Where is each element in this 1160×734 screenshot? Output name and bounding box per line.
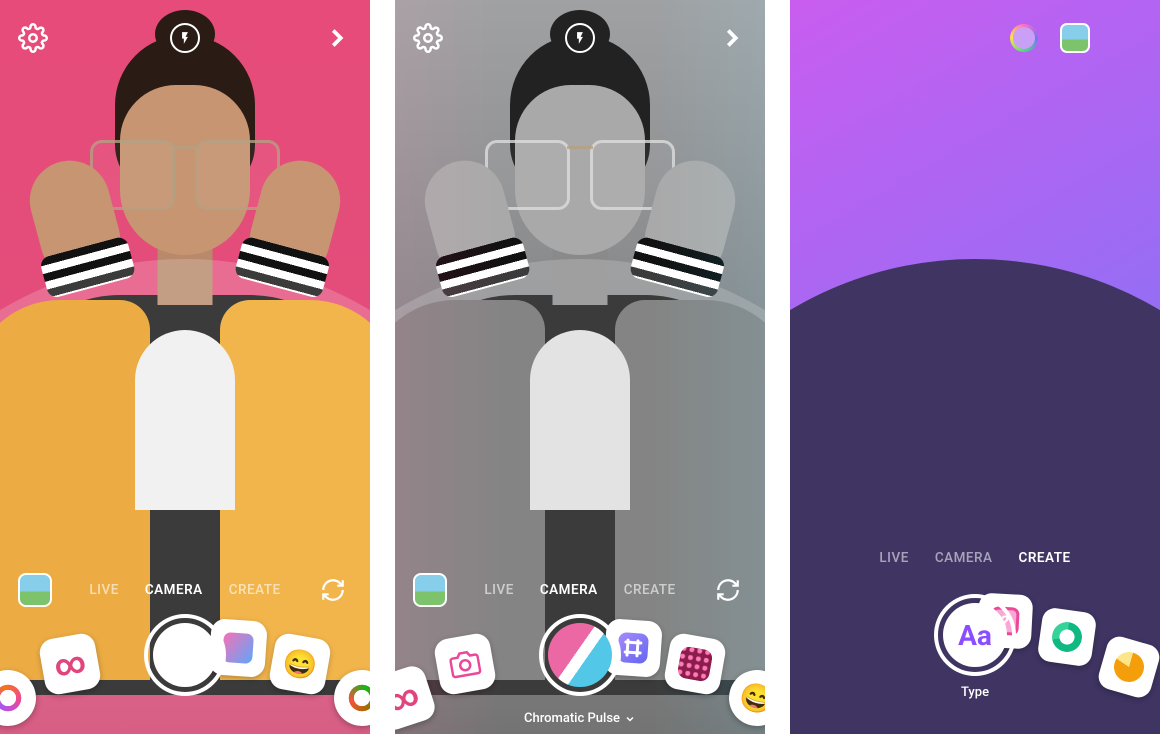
switch-camera-icon[interactable] [713,575,743,605]
mode-create[interactable]: CREATE [624,582,676,598]
top-bar [395,16,765,60]
story-camera-screen-normal: LIVE CAMERA CREATE ∞ 😄 [0,0,370,734]
capture-mode-row: LIVE CAMERA CREATE [395,582,765,598]
gallery-thumbnail[interactable] [1060,23,1090,53]
mode-live[interactable]: LIVE [484,582,513,598]
create-tool-label: Type [790,685,1160,700]
mode-camera[interactable]: CAMERA [540,582,598,598]
flash-toggle-icon[interactable] [565,23,595,53]
top-bar [790,16,1160,60]
effect-boomerang-infinity-icon[interactable]: ∞ [38,632,103,697]
gallery-thumbnail[interactable] [413,573,447,607]
mode-live[interactable]: LIVE [879,550,908,566]
mode-create[interactable]: CREATE [229,582,281,598]
type-mode-button[interactable]: Aa [934,594,1016,676]
create-tool-label-text: Type [961,685,989,700]
mode-camera[interactable]: CAMERA [145,582,203,598]
effect-name-text: Chromatic Pulse [524,711,620,726]
capture-mode-row: LIVE CAMERA CREATE [0,582,370,598]
chevron-down-icon [624,713,636,725]
story-camera-screen-effect: LIVE CAMERA CREATE ∞ 😄 Chromatic Pulse [395,0,765,734]
shutter-button[interactable] [539,614,621,696]
gallery-thumbnail[interactable] [18,573,52,607]
effect-camera-icon[interactable] [433,632,498,697]
flash-toggle-icon[interactable] [170,23,200,53]
shutter-button[interactable] [144,614,226,696]
effect-name-label[interactable]: Chromatic Pulse [395,711,765,726]
chevron-right-icon[interactable] [322,23,352,53]
mode-camera[interactable]: CAMERA [935,550,993,566]
settings-gear-icon[interactable] [18,23,48,53]
mode-live[interactable]: LIVE [89,582,118,598]
top-bar [0,16,370,60]
effect-sparkle-icon[interactable] [663,632,728,697]
settings-gear-icon[interactable] [413,23,443,53]
effect-emoji-icon[interactable]: 😄 [268,632,333,697]
color-picker-ring-icon[interactable] [1010,24,1038,52]
chevron-right-icon[interactable] [717,23,747,53]
story-create-type-screen: TAP TO TYPE LIVE CAMERA CREATE Aa Type [790,0,1160,734]
switch-camera-icon[interactable] [318,575,348,605]
capture-mode-row: LIVE CAMERA CREATE [790,550,1160,566]
shutter-inner [153,623,217,687]
type-mode-glyph: Aa [943,603,1007,667]
shutter-effect-icon [548,623,612,687]
mode-create[interactable]: CREATE [1019,550,1071,566]
tool-poll-donut-icon[interactable] [1037,607,1098,668]
